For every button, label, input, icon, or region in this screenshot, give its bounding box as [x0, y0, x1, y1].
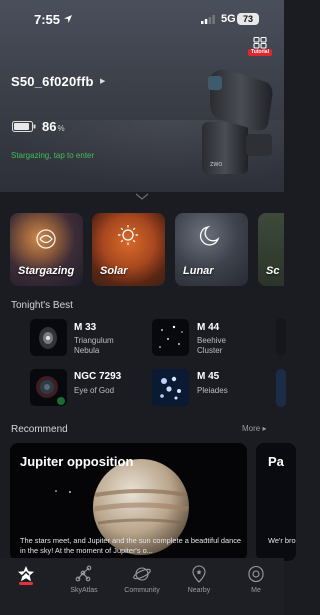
- mode-card-scenery[interactable]: Sc: [258, 213, 284, 286]
- tab-nearby[interactable]: Nearby: [173, 564, 225, 600]
- svg-text:ZWO: ZWO: [210, 162, 222, 168]
- tab-me[interactable]: Me: [230, 564, 282, 600]
- recommend-headline: Jupiter opposition: [20, 454, 134, 469]
- device-battery-icon: [12, 121, 36, 132]
- recommend-headline: Pa: [268, 454, 284, 469]
- object-name: M 45: [197, 371, 220, 382]
- enter-hint[interactable]: Stargazing, tap to enter: [11, 151, 94, 160]
- mode-card-label: Sc: [266, 265, 280, 277]
- tab-skyatlas[interactable]: SkyAtlas: [58, 564, 110, 600]
- device-battery-percent: 86%: [42, 119, 65, 134]
- planet-icon: [133, 567, 151, 581]
- tab-bar: SkyAtlas Community Nearby Me: [0, 558, 284, 615]
- tab-community[interactable]: Community: [116, 564, 168, 600]
- recommend-title: Recommend: [11, 424, 68, 435]
- location-arrow-icon: [64, 15, 72, 23]
- object-name: NGC 7293: [74, 371, 122, 382]
- status-bar: 7:55 5G 73: [0, 0, 284, 40]
- profile-icon: [248, 565, 264, 583]
- object-name: M 44: [197, 322, 220, 333]
- chevron-right-icon: ▸: [262, 424, 267, 433]
- object-desc-line: Pleiades: [197, 386, 228, 395]
- mode-card-label: Lunar: [183, 265, 214, 277]
- object-desc-line: Beehive: [197, 336, 226, 345]
- active-tab-indicator: [19, 582, 33, 585]
- object-thumbnail: [152, 319, 189, 356]
- object-desc-line: Nebula: [74, 346, 100, 355]
- constellation-icon: [75, 565, 92, 582]
- object-name: M 33: [74, 322, 97, 333]
- mode-card-label: Solar: [100, 265, 128, 277]
- caret-right-icon: ▶: [100, 78, 106, 85]
- object-thumbnail: [30, 369, 67, 406]
- mode-card-lunar[interactable]: Lunar: [175, 213, 248, 286]
- location-pin-icon: [192, 565, 206, 583]
- telescope-image: ZWO: [202, 69, 273, 174]
- phone-battery: 73: [237, 13, 259, 25]
- recommend-card[interactable]: Jupiter opposition The stars meet, and J…: [10, 443, 247, 561]
- object-thumbnail: [152, 369, 189, 406]
- tonights-best-title: Tonight's Best: [11, 300, 73, 311]
- recommend-card[interactable]: Pa We'r brou: [256, 443, 296, 561]
- device-name[interactable]: S50_6f020ffb: [11, 74, 94, 89]
- recommend-body: The stars meet, and Jupiter and the sun …: [20, 536, 242, 555]
- network-type: 5G: [221, 13, 236, 25]
- tonights-best-overflow: [276, 318, 286, 356]
- mode-cards: Stargazing Solar Lunar Sc: [10, 213, 284, 286]
- home-star-icon: [18, 566, 34, 582]
- mode-card-label: Stargazing: [18, 265, 75, 277]
- tonights-best-overflow: [276, 369, 286, 407]
- recommend-body: We'r brou: [268, 536, 296, 545]
- mode-card-stargazing[interactable]: Stargazing: [10, 213, 83, 286]
- object-desc-line: Cluster: [197, 346, 223, 355]
- object-desc-line: Triangulum: [74, 336, 114, 345]
- status-time: 7:55: [34, 12, 61, 27]
- chevron-down-icon[interactable]: [135, 193, 149, 201]
- object-desc-line: Eye of God: [74, 386, 115, 395]
- tutorial-grid-icon: [253, 37, 267, 49]
- tutorial-button[interactable]: Tutorial: [248, 37, 272, 57]
- tutorial-label: Tutorial: [248, 49, 272, 56]
- object-thumbnail: [30, 319, 67, 356]
- signal-strength-icon: [201, 15, 215, 24]
- mode-card-solar[interactable]: Solar: [92, 213, 165, 286]
- more-link[interactable]: More ▸: [242, 424, 266, 433]
